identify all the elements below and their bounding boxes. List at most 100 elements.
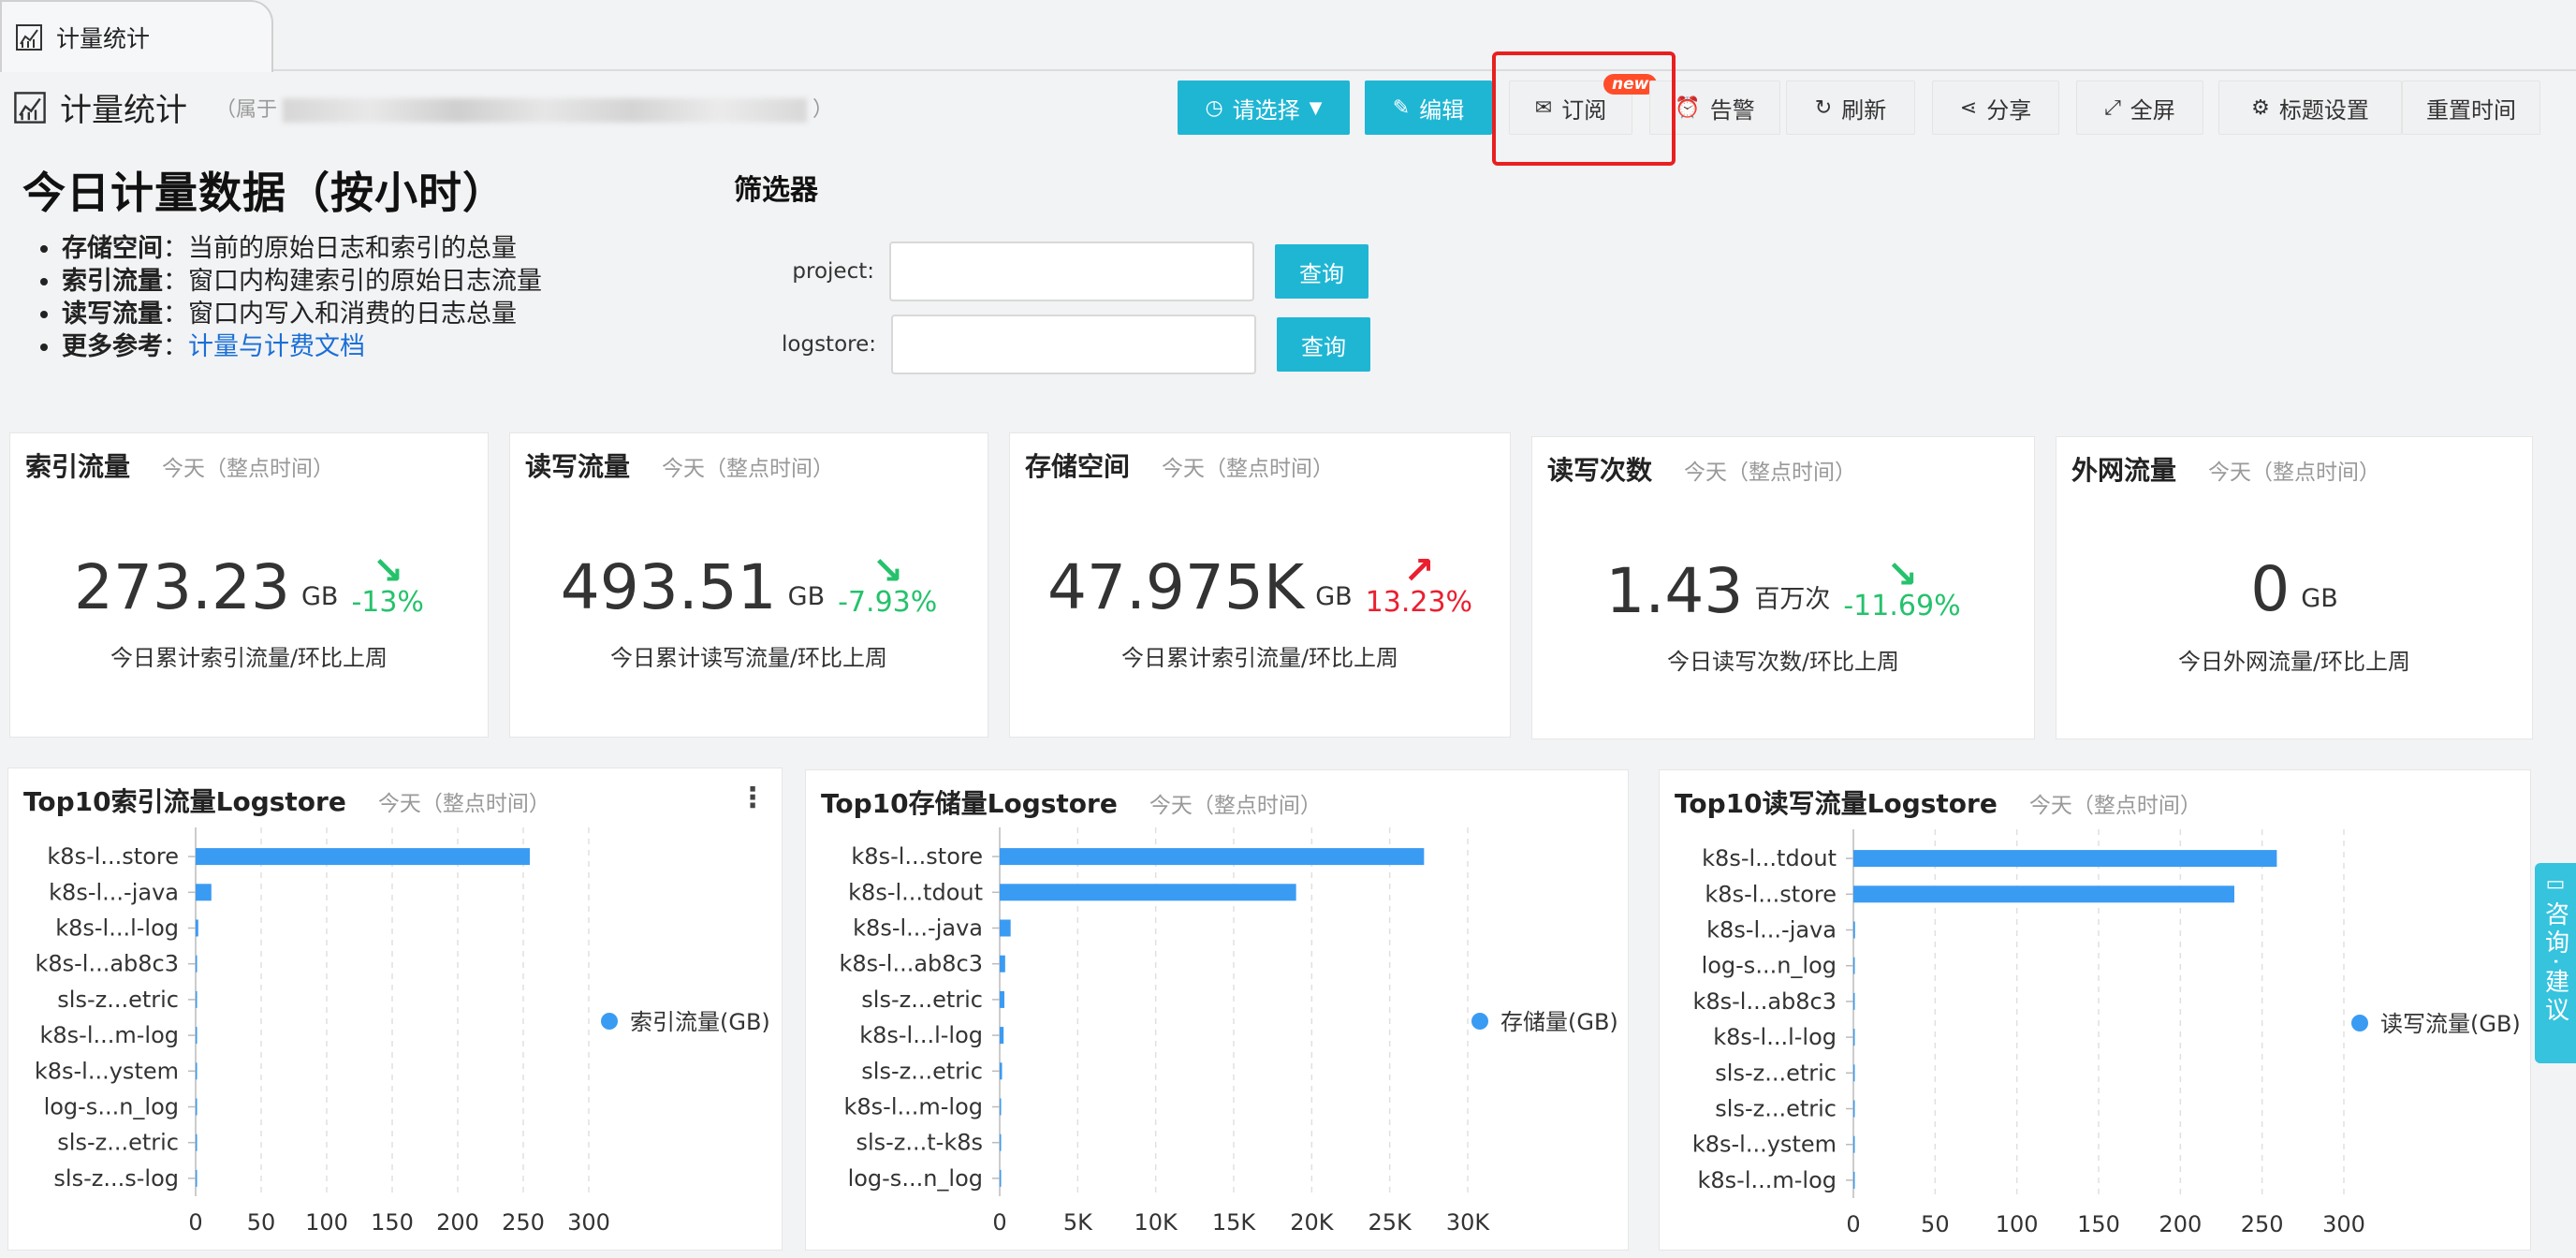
billing-doc-link[interactable]: 计量与计费文档 bbox=[188, 332, 365, 361]
reset-time-button[interactable]: 重置时间 bbox=[2402, 80, 2540, 135]
bar bbox=[1000, 1169, 1002, 1187]
logstore-query-button[interactable]: 查询 bbox=[1277, 317, 1370, 372]
kpi-value: 493.51 bbox=[560, 551, 777, 623]
caret-down-icon: ▼ bbox=[1309, 97, 1323, 118]
term-storage-text: 当前的原始日志和索引的总量 bbox=[188, 234, 517, 263]
bar bbox=[196, 1098, 198, 1116]
x-tick-label: 25K bbox=[1368, 1209, 1413, 1236]
page-title: 计量统计 bbox=[60, 92, 187, 129]
term-readwrite: 读写流量 bbox=[62, 300, 163, 329]
y-category-label: sls-z...etric bbox=[861, 987, 983, 1013]
list-item: 索引流量：窗口内构建索引的原始日志流量 bbox=[62, 265, 542, 298]
bar bbox=[1853, 1029, 1855, 1046]
share-button[interactable]: ⋖ 分享 bbox=[1932, 80, 2059, 135]
legend-swatch bbox=[2351, 1015, 2368, 1031]
y-category-label: k8s-l...store bbox=[47, 843, 179, 870]
pencil-icon: ✎ bbox=[1392, 95, 1411, 120]
bar bbox=[1853, 1171, 1855, 1189]
alarm-icon: ⏰ bbox=[1675, 95, 1701, 120]
bar-chart: 0 5K 10K 15K 20K 25K 30K k8s-l...store k8s-l...t… bbox=[839, 827, 1618, 1236]
list-item: 更多参考：计量与计费文档 bbox=[62, 330, 542, 363]
description-list: 存储空间：当前的原始日志和索引的总量 索引流量：窗口内构建索引的原始日志流量 读… bbox=[43, 232, 542, 363]
edit-button[interactable]: ✎ 编辑 bbox=[1365, 80, 1492, 135]
kpi-caption: 今日读写次数/环比上周 bbox=[1666, 649, 1900, 675]
x-tick-label: 100 bbox=[305, 1209, 348, 1236]
kpi-caption: 今日累计读写流量/环比上周 bbox=[609, 645, 888, 671]
term-storage: 存储空间 bbox=[62, 234, 163, 263]
kpi-change: ↘ -13% bbox=[351, 552, 424, 619]
share-icon: ⋖ bbox=[1959, 95, 1978, 120]
bar bbox=[1000, 919, 1011, 937]
y-category-label: sls-z...etric bbox=[861, 1058, 983, 1084]
arrow-down-right-icon: ↘ bbox=[1886, 553, 1918, 596]
logstore-input[interactable] bbox=[891, 314, 1256, 374]
clock-icon: ◷ bbox=[1205, 95, 1223, 120]
y-category-label: k8s-l...ystem bbox=[1692, 1132, 1837, 1158]
chart-card-top10-readwrite: Top10读写流量Logstore 今天（整点时间） 0 50 100 150 200 25… bbox=[1659, 769, 2531, 1251]
kpi-value-row: 273.23 GB ↘ -13% bbox=[10, 552, 488, 619]
edit-label: 编辑 bbox=[1419, 96, 1465, 124]
chat-icon: ▭ bbox=[2545, 872, 2566, 896]
kpi-caption: 今日累计索引流量/环比上周 bbox=[1120, 645, 1399, 671]
y-category-label: k8s-l...m-log bbox=[1697, 1167, 1837, 1193]
y-category-label: sls-z...etric bbox=[57, 987, 179, 1013]
bar bbox=[1000, 1134, 1002, 1151]
tab-metering[interactable]: 计量统计 bbox=[0, 0, 273, 72]
card-subtitle: 今天（整点时间） bbox=[1162, 457, 1335, 481]
fullscreen-button[interactable]: ⤢ 全屏 bbox=[2076, 80, 2203, 135]
kpi-change: ↗ 13.23% bbox=[1366, 552, 1472, 619]
card-subtitle: 今天（整点时间） bbox=[2208, 461, 2381, 485]
description-heading: 今日计量数据（按小时） bbox=[22, 168, 506, 218]
kpi-value-row: 493.51 GB ↘ -7.93% bbox=[510, 551, 988, 623]
kpi-card-internet-traffic: 外网流量 今天（整点时间） 0 GB 今日外网流量/环比上周 bbox=[2056, 436, 2533, 739]
gear-icon: ⚙ bbox=[2251, 95, 2270, 120]
y-category-label: log-s...n_log bbox=[848, 1165, 983, 1192]
x-tick-label: 50 bbox=[247, 1209, 276, 1236]
bar bbox=[196, 1134, 198, 1151]
kpi-change-value: -13% bbox=[351, 586, 424, 619]
kpi-value-row: 1.43 百万次 ↘ -11.69% bbox=[1532, 553, 2034, 622]
reset-time-label: 重置时间 bbox=[2426, 96, 2516, 124]
x-tick-label: 0 bbox=[1846, 1211, 1860, 1237]
kpi-unit: GB bbox=[300, 582, 339, 611]
legend-label: 存储量(GB) bbox=[1500, 1009, 1618, 1035]
y-category-label: log-s...n_log bbox=[44, 1094, 179, 1120]
y-category-label: k8s-l...-java bbox=[1706, 917, 1837, 944]
consult-side-tab[interactable]: ▭ 咨询·建议 bbox=[2535, 863, 2576, 1063]
project-filter-row: project: 查询 bbox=[734, 241, 1368, 301]
x-tick-label: 200 bbox=[2159, 1211, 2202, 1237]
kpi-change: ↘ -7.93% bbox=[838, 552, 937, 619]
y-category-label: k8s-l...l-log bbox=[55, 915, 179, 942]
y-category-label: sls-z...etric bbox=[57, 1130, 179, 1156]
x-tick-label: 300 bbox=[2322, 1211, 2365, 1237]
card-title: 索引流量 bbox=[25, 451, 131, 482]
bar bbox=[1853, 992, 1855, 1010]
title-settings-button[interactable]: ⚙ 标题设置 bbox=[2218, 80, 2402, 135]
kpi-value: 0 bbox=[2250, 553, 2291, 625]
y-category-label: k8s-l...store bbox=[1705, 881, 1837, 907]
bar bbox=[1853, 885, 2234, 903]
refresh-button[interactable]: ↻ 刷新 bbox=[1786, 80, 1915, 135]
card-title: 读写流量 bbox=[525, 451, 631, 482]
card-title: 存储空间 bbox=[1025, 451, 1131, 482]
term-more: 更多参考 bbox=[62, 332, 163, 361]
bar bbox=[196, 955, 198, 973]
x-tick-label: 200 bbox=[436, 1209, 479, 1236]
consult-label: 咨询·建议 bbox=[2540, 901, 2569, 1026]
bar bbox=[1000, 1098, 1002, 1116]
kpi-unit: GB bbox=[2301, 584, 2338, 613]
y-category-label: k8s-l...ab8c3 bbox=[1692, 988, 1837, 1015]
y-category-label: k8s-l...l-log bbox=[1713, 1024, 1837, 1050]
kpi-caption: 今日外网流量/环比上周 bbox=[2177, 649, 2411, 675]
chart-card-top10-storage: Top10存储量Logstore 今天（整点时间） 0 5K 10K 15K 20K 25K… bbox=[805, 769, 1629, 1251]
project-query-button[interactable]: 查询 bbox=[1275, 244, 1368, 299]
y-category-label: k8s-l...store bbox=[851, 843, 983, 870]
kpi-unit: GB bbox=[787, 582, 826, 611]
x-tick-label: 250 bbox=[2241, 1211, 2284, 1237]
x-tick-label: 15K bbox=[1212, 1209, 1257, 1236]
time-select-button[interactable]: ◷ 请选择 ▼ bbox=[1178, 80, 1350, 135]
x-tick-label: 5K bbox=[1063, 1209, 1093, 1236]
bar-chart: 0 50 100 150 200 250 300 k8s-l...store k8s-l...-… bbox=[35, 827, 770, 1236]
x-tick-label: 50 bbox=[1921, 1211, 1950, 1237]
project-input[interactable] bbox=[889, 241, 1254, 301]
